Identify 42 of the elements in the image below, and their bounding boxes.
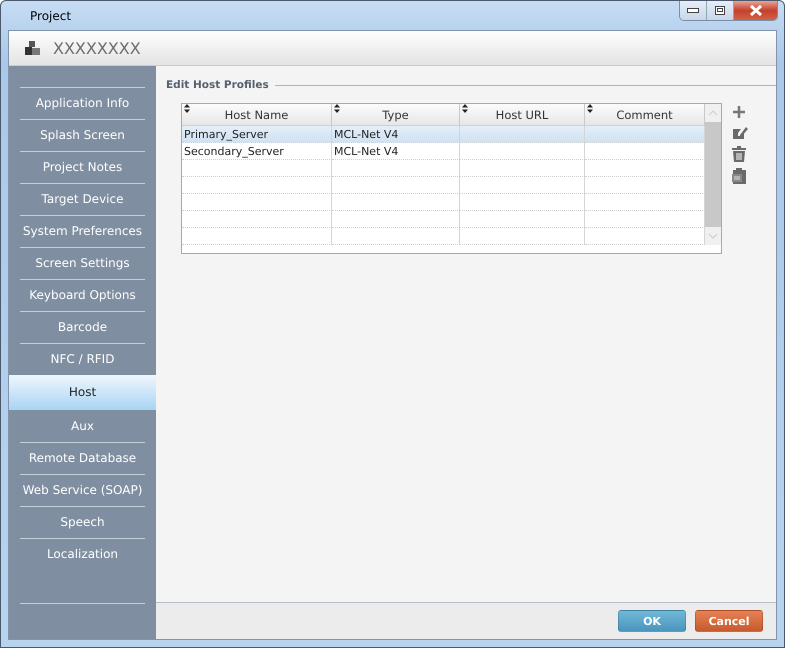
minimize-icon <box>687 8 699 14</box>
close-button[interactable] <box>734 1 777 20</box>
sidebar-item[interactable]: Splash Screen <box>20 119 145 151</box>
sidebar-item[interactable]: Keyboard Options <box>20 279 145 311</box>
table-cell: Primary_Server <box>182 126 332 143</box>
column-header[interactable]: Host Name <box>182 104 332 126</box>
table-cell: MCL-Net V4 <box>332 143 460 160</box>
project-name: XXXXXXXX <box>53 38 141 58</box>
edit-icon[interactable] <box>732 125 748 140</box>
sidebar-item[interactable]: Host <box>9 375 156 410</box>
close-icon <box>748 5 762 16</box>
table-cell: Secondary_Server <box>182 143 332 160</box>
minimize-button[interactable] <box>680 1 707 20</box>
add-icon[interactable] <box>732 105 746 119</box>
blocks-icon <box>25 40 41 56</box>
sidebar-item[interactable]: Application Info <box>20 87 145 119</box>
maximize-button[interactable] <box>707 1 734 20</box>
sidebar-item[interactable]: Remote Database <box>20 442 145 474</box>
sort-icon <box>587 104 593 113</box>
column-header[interactable]: Host URL <box>460 104 585 126</box>
sidebar-item[interactable]: Barcode <box>20 311 145 343</box>
column-header[interactable]: Comment <box>585 104 705 126</box>
sort-icon <box>184 104 190 113</box>
delete-icon[interactable] <box>732 146 746 162</box>
sidebar-item[interactable]: Screen Settings <box>20 247 145 279</box>
sidebar-item[interactable]: Localization <box>20 538 145 570</box>
sidebar-item[interactable]: Project Notes <box>20 151 145 183</box>
sort-icon <box>334 104 340 113</box>
window-title: Project <box>30 8 72 22</box>
section-title: Edit Host Profiles <box>166 79 269 91</box>
sidebar-item[interactable]: Aux <box>20 410 145 442</box>
cancel-button[interactable]: Cancel <box>695 610 763 632</box>
ok-button[interactable]: OK <box>618 610 686 632</box>
sidebar-item[interactable]: Web Service (SOAP) <box>20 474 145 506</box>
clipboard-icon[interactable] <box>732 168 747 184</box>
sort-icon <box>462 104 468 113</box>
sidebar-item[interactable]: System Preferences <box>20 215 145 247</box>
sidebar-item[interactable]: Target Device <box>20 183 145 215</box>
sidebar-item[interactable]: Speech <box>20 506 145 538</box>
maximize-icon <box>715 6 725 15</box>
column-header[interactable]: Type <box>332 104 460 126</box>
table-cell: MCL-Net V4 <box>332 126 460 143</box>
